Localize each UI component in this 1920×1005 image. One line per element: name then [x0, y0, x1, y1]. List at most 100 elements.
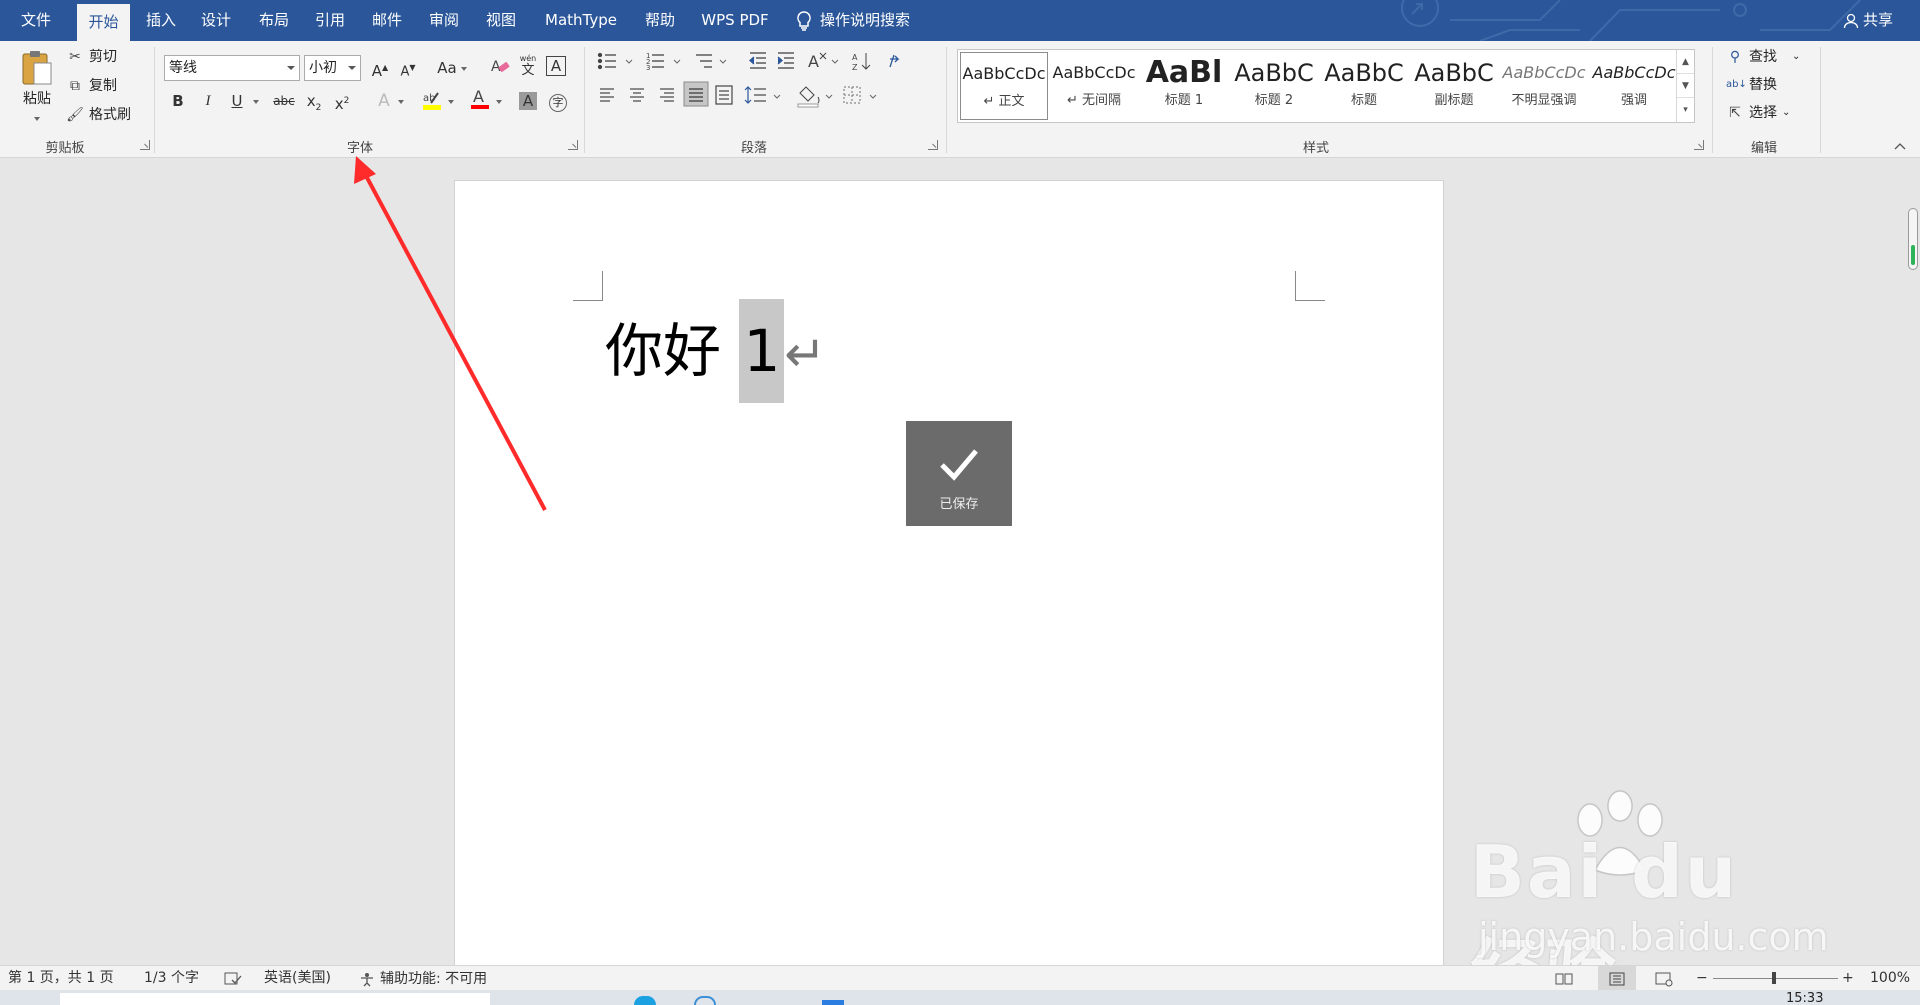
document-text[interactable]: 你好: [605, 317, 739, 385]
italic-button[interactable]: I: [196, 89, 220, 113]
phonetic-guide-button[interactable]: wén 文: [516, 53, 540, 77]
paragraph-dialog-launcher[interactable]: [928, 140, 938, 150]
document-paragraph[interactable]: 你好 1↵: [605, 299, 826, 403]
taskbar-app-icon[interactable]: [634, 996, 656, 1005]
multilevel-list-icon[interactable]: [696, 54, 712, 68]
tab-review[interactable]: 审阅: [420, 0, 468, 41]
grow-font-button[interactable]: A▲: [368, 56, 392, 80]
style-item-title[interactable]: AaBbC 标题: [1320, 52, 1408, 120]
character-border-button[interactable]: A: [546, 56, 566, 76]
shrink-font-button[interactable]: A▼: [396, 56, 420, 80]
copy-button[interactable]: ⧉ 复制: [66, 74, 117, 98]
align-right-icon[interactable]: [660, 88, 674, 102]
clear-formatting-button[interactable]: A: [488, 56, 512, 80]
subscript-button[interactable]: x2: [302, 89, 326, 113]
tab-help[interactable]: 帮助: [636, 0, 684, 41]
selected-text[interactable]: 1: [739, 299, 785, 403]
numbering-icon[interactable]: 1 2 3: [646, 52, 664, 72]
text-effects-button[interactable]: A: [372, 89, 396, 113]
font-dialog-launcher[interactable]: [568, 140, 578, 150]
font-size-combo[interactable]: 小初: [304, 55, 361, 81]
strikethrough-button[interactable]: abc: [272, 89, 296, 113]
highlight-button[interactable]: ab: [420, 89, 444, 113]
superscript-button[interactable]: x2: [330, 89, 354, 113]
line-spacing-icon[interactable]: [744, 86, 766, 104]
style-item-normal[interactable]: AaBbCcDc ↵ 正文: [960, 52, 1048, 120]
tab-wps-pdf[interactable]: WPS PDF: [694, 0, 776, 41]
tab-layout[interactable]: 布局: [250, 0, 298, 41]
tab-mathtype[interactable]: MathType: [536, 0, 626, 41]
style-item-subtle-emphasis[interactable]: AaBbCcDc 不明显强调: [1500, 52, 1588, 120]
tab-references[interactable]: 引用: [306, 0, 354, 41]
change-case-button[interactable]: Aa: [432, 56, 462, 80]
zoom-level[interactable]: 100%: [1870, 966, 1910, 991]
shading-icon[interactable]: [797, 86, 820, 108]
share-button[interactable]: 共享: [1832, 0, 1904, 41]
accessibility-status[interactable]: 辅助功能: 不可用: [358, 966, 487, 991]
replace-button[interactable]: ab↓ 替换: [1726, 73, 1777, 97]
font-name-combo[interactable]: 等线: [164, 55, 300, 81]
styles-dialog-launcher[interactable]: [1694, 140, 1704, 150]
font-color-button[interactable]: A: [468, 87, 492, 111]
show-marks-icon[interactable]: [889, 54, 900, 68]
character-shading-button[interactable]: A: [516, 89, 540, 113]
style-item-subtitle[interactable]: AaBbC 副标题: [1410, 52, 1498, 120]
underline-dropdown[interactable]: [253, 100, 259, 104]
underline-button[interactable]: U: [225, 89, 249, 113]
paste-dropdown-arrow[interactable]: [34, 117, 40, 121]
zoom-out-button[interactable]: −: [1696, 966, 1708, 991]
gallery-up-icon[interactable]: ▲: [1677, 50, 1694, 74]
tab-insert[interactable]: 插入: [137, 0, 185, 41]
style-item-heading-1[interactable]: AaBl 标题 1: [1140, 52, 1228, 120]
proofing-icon[interactable]: [224, 966, 242, 991]
style-item-emphasis[interactable]: AaBbCcDc 强调: [1590, 52, 1678, 120]
gallery-more-icon[interactable]: ▾: [1677, 98, 1694, 122]
enclose-characters-button[interactable]: 字: [546, 89, 570, 113]
chevron-down-icon[interactable]: ⌄: [1782, 101, 1790, 125]
print-layout-icon[interactable]: [1598, 966, 1636, 991]
zoom-in-button[interactable]: +: [1842, 966, 1854, 991]
cut-button[interactable]: ✂ 剪切: [66, 45, 117, 69]
style-item-heading-2[interactable]: AaBbC 标题 2: [1230, 52, 1318, 120]
word-count[interactable]: 1/3 个字: [144, 966, 199, 991]
collapse-ribbon-icon[interactable]: [1892, 139, 1908, 153]
distributed-icon[interactable]: [715, 85, 733, 105]
tab-mailings[interactable]: 邮件: [363, 0, 411, 41]
chevron-down-icon[interactable]: ⌄: [1792, 45, 1800, 69]
page-count[interactable]: 第 1 页，共 1 页: [8, 966, 114, 991]
tab-design[interactable]: 设计: [192, 0, 240, 41]
language-indicator[interactable]: 英语(美国): [264, 966, 331, 991]
format-painter-button[interactable]: 🖌 格式刷: [66, 103, 131, 127]
increase-indent-icon[interactable]: [777, 52, 794, 69]
sort-icon[interactable]: AZ: [852, 53, 871, 72]
taskbar-search-box[interactable]: [60, 993, 490, 1005]
document-page[interactable]: 你好 1↵: [454, 180, 1444, 970]
clipboard-dialog-launcher[interactable]: [140, 140, 150, 150]
select-button[interactable]: ⇱ 选择 ⌄: [1726, 101, 1790, 125]
read-mode-icon[interactable]: [1554, 966, 1574, 991]
styles-gallery[interactable]: AaBbCcDc ↵ 正文 AaBbCcDc ↵ 无间隔 AaBl 标题 1 A…: [957, 49, 1695, 123]
change-case-dropdown[interactable]: [461, 67, 467, 71]
font-color-dropdown[interactable]: [496, 100, 502, 104]
find-button[interactable]: ⚲ 查找 ⌄: [1726, 45, 1801, 69]
highlight-dropdown[interactable]: [448, 100, 454, 104]
gallery-down-icon[interactable]: ▼: [1677, 74, 1694, 98]
tab-file[interactable]: 文件: [10, 0, 62, 41]
chinese-layout-icon[interactable]: A: [808, 52, 827, 71]
borders-icon[interactable]: [843, 86, 861, 104]
taskbar-app-icon[interactable]: [694, 996, 716, 1005]
scrollbar-thumb[interactable]: [1908, 208, 1918, 270]
tab-home[interactable]: 开始: [77, 4, 130, 41]
taskbar-app-icon[interactable]: [822, 1000, 844, 1005]
zoom-slider-thumb[interactable]: [1772, 972, 1776, 984]
tab-view[interactable]: 视图: [477, 0, 525, 41]
style-item-no-spacing[interactable]: AaBbCcDc ↵ 无间隔: [1050, 52, 1138, 120]
align-left-icon[interactable]: [600, 88, 614, 102]
styles-gallery-scroll[interactable]: ▲ ▼ ▾: [1676, 50, 1694, 122]
tell-me-search[interactable]: 操作说明搜索: [796, 0, 976, 41]
vertical-scrollbar[interactable]: [1906, 158, 1920, 970]
paste-button[interactable]: 粘贴: [14, 47, 60, 127]
decrease-indent-icon[interactable]: [749, 52, 766, 69]
bullets-icon[interactable]: [597, 52, 617, 70]
align-center-icon[interactable]: [630, 88, 644, 102]
